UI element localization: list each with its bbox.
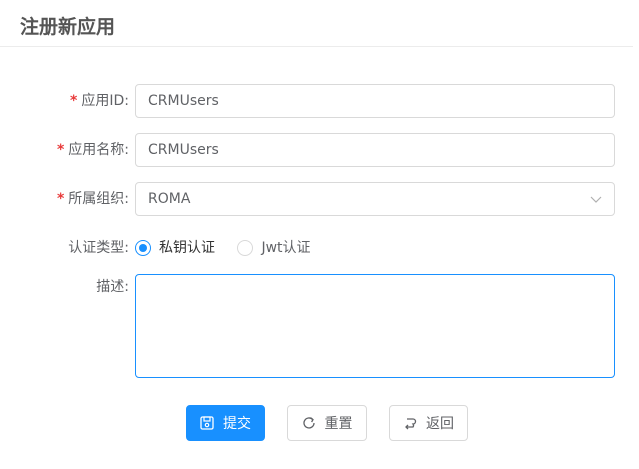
reset-button[interactable]: 重置 [287, 405, 367, 441]
label-colon: : [124, 142, 129, 158]
auth-type-label-wrap: 认证类型: [68, 231, 129, 265]
radio-dot[interactable] [237, 240, 254, 256]
required-marker: * [56, 142, 65, 158]
return-icon [405, 418, 417, 430]
app-id-label-wrap: * 应用ID: [70, 84, 129, 118]
page-title: 注册新应用 [20, 16, 116, 38]
auth-type-radio-group: 私钥认证 Jwt认证 [135, 231, 329, 265]
radio-private-key[interactable]: 私钥认证 [135, 231, 215, 265]
label-colon: : [124, 240, 129, 256]
reset-button-label: 重置 [324, 416, 353, 432]
required-marker: * [70, 93, 78, 109]
description-label: 描述 [96, 279, 125, 295]
radio-private-key-label: 私钥认证 [159, 240, 215, 256]
required-marker: * [56, 191, 65, 207]
chevron-down-icon [590, 196, 602, 203]
org-select[interactable]: ROMA [135, 182, 615, 216]
page-header: 注册新应用 [0, 0, 633, 47]
description-textarea[interactable] [135, 274, 615, 378]
org-select-value: ROMA [148, 191, 191, 207]
label-colon: : [124, 279, 129, 295]
app-name-input[interactable]: CRMUsers [135, 133, 615, 167]
submit-button[interactable]: 提交 [186, 405, 265, 441]
auth-type-label: 认证类型 [68, 240, 125, 256]
submit-button-label: 提交 [223, 416, 251, 432]
label-colon: : [124, 93, 129, 109]
radio-jwt[interactable]: Jwt认证 [237, 231, 311, 265]
app-name-label-wrap: * 应用名称: [57, 133, 129, 167]
radio-jwt-label: Jwt认证 [261, 240, 311, 256]
save-icon [200, 416, 214, 430]
app-id-label: 应用ID [81, 93, 125, 109]
back-button-label: 返回 [426, 416, 454, 432]
org-label-wrap: * 所属组织: [57, 182, 129, 216]
radio-dot[interactable] [135, 240, 151, 256]
label-colon: : [124, 191, 129, 207]
app-name-label: 应用名称 [68, 142, 125, 158]
description-label-wrap: 描述: [96, 274, 129, 300]
refresh-icon [302, 417, 315, 429]
app-id-input[interactable]: CRMUsers [135, 84, 615, 118]
back-button[interactable]: 返回 [389, 405, 468, 441]
org-label: 所属组织 [68, 191, 125, 207]
